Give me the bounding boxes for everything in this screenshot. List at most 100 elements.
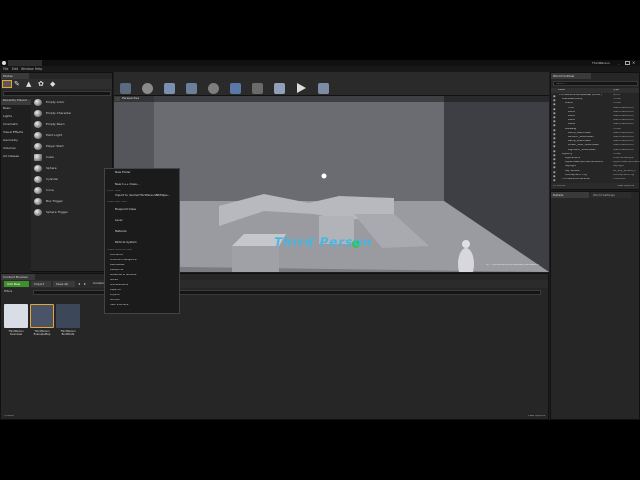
cylinder-icon (34, 176, 42, 183)
place-item[interactable]: Point Light (32, 131, 112, 140)
content-view-options[interactable]: View Options (528, 415, 545, 418)
minimize-icon[interactable]: _ (618, 61, 623, 65)
visibility-eye-icon[interactable]: ◉ (553, 149, 557, 153)
category-all-classes[interactable]: All Classes (1, 155, 31, 161)
world-outliner-panel: World Outliner Search... Label Type ◉ Thi… (550, 72, 640, 190)
filters-dropdown[interactable]: Filters (4, 290, 12, 293)
place-item[interactable]: Box Trigger (32, 197, 112, 206)
place-item[interactable]: Cube (32, 153, 112, 162)
outliner-row-type: DirectionalLight (613, 157, 634, 159)
visibility-eye-icon[interactable]: ◉ (553, 140, 557, 144)
outliner-row-type: StaticMeshActor (613, 110, 635, 113)
place-item[interactable]: Empty Character (32, 109, 112, 118)
asset-tile[interactable]: ThirdPerson BuildData (56, 304, 80, 338)
visibility-eye-icon[interactable]: ◉ (553, 123, 557, 127)
outliner-row[interactable]: ◉ ThirdPersonCharacter Character (551, 178, 639, 182)
material-item[interactable]: Material (107, 227, 179, 236)
menu-window[interactable]: Window (21, 67, 34, 71)
geometry-mode-icon[interactable]: ◆ (50, 80, 60, 88)
outliner-row-label: Ramp_StaticMesh (568, 140, 592, 143)
category-lights[interactable]: Lights (1, 115, 31, 121)
menu-edit[interactable]: Edit (12, 67, 18, 71)
place-item[interactable]: Cone (32, 186, 112, 195)
category-geometry[interactable]: Geometry (1, 139, 31, 145)
asset-thumbnail (56, 304, 80, 328)
visibility-eye-icon[interactable]: ◉ (553, 107, 557, 111)
back-arrow-icon[interactable]: ◂ (78, 281, 83, 287)
outliner-row-type: World (613, 94, 621, 96)
asset-grid: ThirdPerson Overview ThirdPerson Example… (1, 296, 548, 414)
outliner-view-options[interactable]: View Options (617, 185, 634, 188)
outliner-row-label: LightmassImportanceVolume (565, 161, 603, 164)
forward-arrow-icon[interactable]: ▸ (84, 281, 89, 287)
visibility-eye-icon[interactable]: ◉ (553, 165, 557, 169)
visibility-eye-icon[interactable]: ◉ (553, 144, 557, 148)
import-button[interactable]: Import (31, 281, 51, 287)
outliner-row-label: Wall3 (568, 119, 576, 122)
blueprint-class-item[interactable]: Blueprint Class (107, 205, 179, 214)
visibility-eye-icon[interactable]: ◉ (553, 119, 557, 123)
place-item[interactable]: Player Start (32, 142, 112, 151)
maximize-icon[interactable] (625, 61, 630, 65)
create-basic-asset-header: Create Basic Asset (107, 201, 128, 203)
place-item[interactable]: Sphere Trigger (32, 208, 112, 217)
new-folder-item[interactable]: New Folder (107, 171, 179, 176)
import-asset-header: Import Asset (107, 190, 121, 192)
visibility-eye-icon[interactable]: ◉ (553, 170, 557, 174)
world-settings-tab[interactable]: World Settings (591, 192, 631, 198)
level-item[interactable]: Level (107, 216, 179, 225)
outliner-row-type: StaticMeshActor (613, 144, 635, 147)
category-visual-effects[interactable]: Visual Effects (1, 131, 31, 137)
outliner-search-input[interactable]: Search... (553, 81, 638, 86)
new-cpp-class-item[interactable]: New C++ Class... (107, 183, 179, 188)
place-item[interactable]: Cylinder (32, 175, 112, 184)
asset-tile[interactable]: ThirdPerson Overview (4, 304, 28, 338)
content-icon (164, 83, 175, 94)
visibility-eye-icon[interactable]: ◉ (553, 136, 557, 140)
visibility-eye-icon[interactable]: ◉ (553, 161, 557, 165)
visibility-eye-icon[interactable]: ◉ (553, 132, 557, 136)
visibility-eye-icon[interactable]: ◉ (553, 178, 557, 182)
outliner-row-type: StaticMeshActor (613, 119, 635, 122)
add-new-button[interactable]: Add New (4, 281, 29, 287)
paint-mode-icon[interactable]: ✎ (14, 80, 24, 88)
visibility-eye-icon[interactable]: ◉ (553, 111, 557, 115)
viewport-options-icon[interactable] (115, 97, 120, 101)
world-outliner-tab[interactable]: World Outliner (551, 73, 591, 79)
outliner-row-label: ThirdPersonExampleMap (Editor) (559, 94, 602, 96)
import-item[interactable]: Import to /Game/ThirdPersonBP/Maps... (107, 194, 179, 199)
visibility-eye-icon[interactable]: ◉ (553, 98, 557, 102)
particle-system-item[interactable]: Particle System (107, 238, 179, 247)
visibility-eye-icon[interactable]: ◉ (553, 115, 557, 119)
outliner-row-type: StaticMeshActor (613, 148, 635, 151)
visibility-eye-icon[interactable]: ◉ (553, 153, 557, 157)
visibility-eye-icon[interactable]: ◉ (553, 102, 557, 106)
outliner-row-type: Folder (613, 98, 622, 101)
place-item[interactable]: Empty Actor (32, 98, 112, 107)
place-item[interactable]: Empty Pawn (32, 120, 112, 129)
save-all-button[interactable]: Save All (53, 281, 75, 287)
close-icon[interactable]: × (632, 60, 638, 65)
foliage-mode-icon[interactable]: ✿ (38, 80, 48, 88)
place-item[interactable]: Sphere (32, 164, 112, 173)
details-tab[interactable]: Details (551, 192, 589, 198)
landscape-mode-icon[interactable]: ▲ (26, 80, 36, 88)
menu-help[interactable]: Help (35, 67, 42, 71)
outliner-row-label: Wall2 (568, 115, 576, 117)
visibility-eye-icon[interactable]: ◉ (553, 157, 557, 161)
visibility-eye-icon[interactable]: ◉ (553, 94, 557, 98)
menu-file[interactable]: File (3, 67, 8, 71)
visibility-eye-icon[interactable]: ◉ (553, 128, 557, 132)
advanced-ui-item[interactable]: User Interface (107, 304, 179, 309)
box-trigger-icon (34, 198, 42, 205)
outliner-row-label: Arena (565, 102, 573, 105)
asset-tile[interactable]: ThirdPerson ExampleMap (30, 304, 54, 338)
place-mode-icon[interactable] (2, 80, 12, 88)
category-cinematic[interactable]: Cinematic (1, 123, 31, 129)
category-basic[interactable]: Basic (1, 107, 31, 113)
view-mode-dropdown[interactable]: Perspective (122, 97, 139, 100)
visibility-eye-icon[interactable]: ◉ (553, 174, 557, 178)
search-classes[interactable] (3, 91, 111, 96)
category-volumes[interactable]: Volumes (1, 147, 31, 153)
category-recently-placed[interactable]: Recently Placed (1, 99, 31, 105)
